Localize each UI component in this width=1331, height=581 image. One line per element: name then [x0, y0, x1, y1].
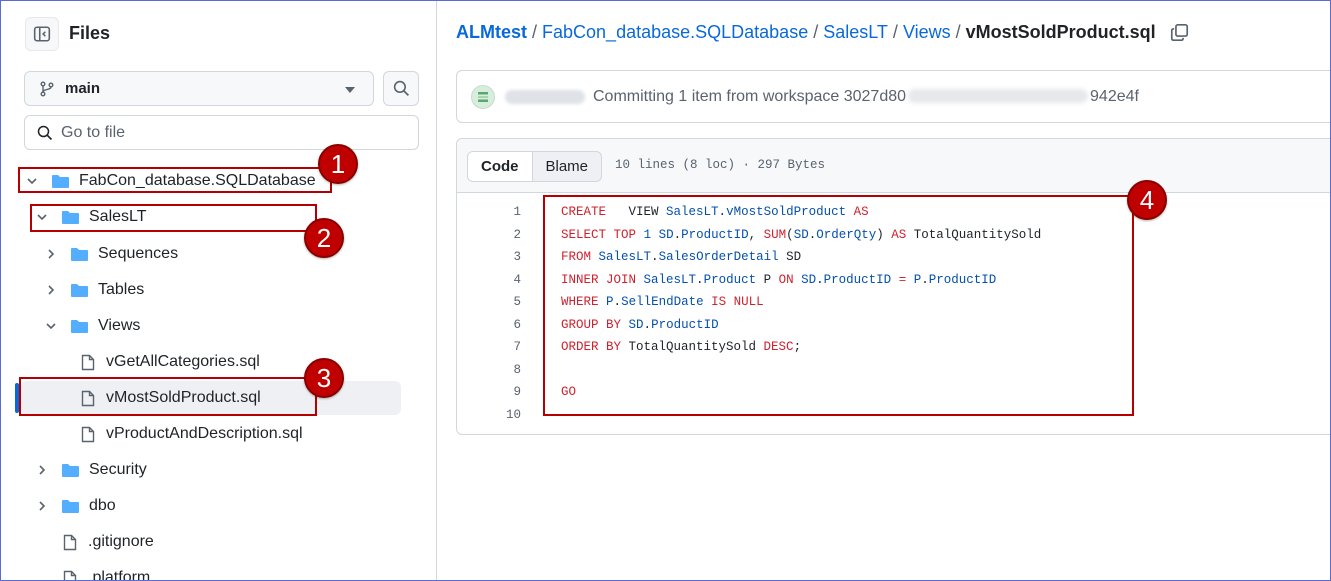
- callout-box-4: [543, 195, 1134, 416]
- tab-code[interactable]: Code: [468, 152, 533, 181]
- tree-item-label: vProductAndDescription.sql: [106, 425, 303, 442]
- chevron-right-icon: [35, 500, 49, 512]
- breadcrumb-link-database[interactable]: FabCon_database.SQLDatabase: [542, 22, 808, 43]
- sidebar-toggle-icon: [33, 26, 51, 42]
- tree-item-tables[interactable]: Tables: [44, 272, 144, 308]
- file-icon: [63, 570, 77, 580]
- breadcrumb: ALMtest / FabCon_database.SQLDatabase / …: [456, 22, 1189, 43]
- avatar[interactable]: [471, 84, 495, 109]
- file-icon: [81, 426, 95, 443]
- file-sidebar: Files main FabCon_database.SQLDatabase S…: [1, 1, 437, 580]
- tab-blame[interactable]: Blame: [533, 152, 602, 181]
- tree-item-dbo[interactable]: dbo: [35, 488, 116, 524]
- search-icon: [393, 80, 409, 97]
- breadcrumb-link-saleslt[interactable]: SalesLT: [823, 22, 888, 43]
- tree-item-label: dbo: [89, 497, 116, 514]
- branch-selector[interactable]: main: [24, 71, 374, 106]
- tree-item-label: vGetAllCategories.sql: [106, 353, 260, 370]
- tree-item-platform[interactable]: .platform: [63, 560, 150, 580]
- commit-message-prefix: Committing 1 item from workspace 3027d80: [593, 87, 907, 105]
- commit-message-suffix: 942e4f: [1090, 87, 1139, 105]
- chevron-right-icon: [35, 464, 49, 476]
- breadcrumb-repo-link[interactable]: ALMtest: [456, 22, 527, 43]
- tree-item-views[interactable]: Views: [44, 308, 140, 344]
- chevron-down-icon: [345, 87, 355, 93]
- sidebar-collapse-button[interactable]: [25, 17, 59, 51]
- line-number: 9: [513, 385, 521, 400]
- callout-badge-1: 1: [318, 144, 358, 184]
- view-mode-toggle: Code Blame: [467, 151, 603, 182]
- go-to-file-field[interactable]: [24, 115, 419, 150]
- line-number: 4: [513, 272, 521, 287]
- folder-open-icon: [71, 319, 88, 333]
- tree-item-gitignore[interactable]: .gitignore: [63, 524, 154, 560]
- copy-icon: [1170, 23, 1188, 42]
- tree-item-vgetallcategories[interactable]: vGetAllCategories.sql: [81, 344, 260, 380]
- tree-item-security[interactable]: Security: [35, 452, 147, 488]
- tree-item-vproductanddescription[interactable]: vProductAndDescription.sql: [81, 416, 303, 452]
- folder-icon: [71, 283, 88, 297]
- breadcrumb-separator: /: [813, 22, 819, 42]
- breadcrumb-separator: /: [532, 22, 538, 42]
- breadcrumb-separator: /: [955, 22, 961, 42]
- tree-item-label: .platform: [88, 569, 151, 580]
- callout-box-3: [19, 377, 317, 416]
- branch-name: main: [65, 80, 101, 97]
- line-number: 1: [513, 205, 521, 220]
- line-number: 6: [513, 317, 521, 332]
- tree-item-label: Sequences: [98, 245, 179, 262]
- breadcrumb-current-file: vMostSoldProduct.sql: [965, 22, 1156, 42]
- user-avatar-icon: [478, 91, 488, 102]
- copy-path-button[interactable]: [1170, 23, 1189, 42]
- line-number: 2: [513, 227, 521, 242]
- latest-commit-bar: Committing 1 item from workspace 3027d80…: [456, 70, 1331, 123]
- folder-icon: [71, 247, 88, 261]
- line-number: 7: [513, 340, 521, 355]
- line-number: 3: [513, 250, 521, 265]
- line-number: 10: [505, 407, 521, 422]
- git-branch-icon: [40, 81, 54, 96]
- code-viewer-header: Code Blame 10 lines (8 loc) · 297 Bytes: [457, 139, 1331, 193]
- tree-item-label: Tables: [98, 281, 145, 298]
- chevron-right-icon: [44, 248, 58, 260]
- commit-author-redacted: [505, 89, 585, 104]
- tree-item-label: Views: [98, 317, 141, 334]
- file-icon: [81, 354, 95, 371]
- callout-badge-3: 3: [304, 358, 344, 398]
- line-number: 8: [513, 362, 521, 377]
- sidebar-title: Files: [69, 23, 111, 43]
- tree-item-sequences[interactable]: Sequences: [44, 236, 178, 272]
- commit-hash-redacted: [908, 89, 1089, 104]
- tree-item-label: .gitignore: [88, 533, 154, 550]
- go-to-file-input[interactable]: [61, 123, 381, 142]
- commit-message[interactable]: Committing 1 item from workspace 3027d80…: [593, 88, 1139, 106]
- callout-badge-2: 2: [304, 218, 344, 258]
- callout-box-2: [30, 204, 317, 232]
- file-stats: 10 lines (8 loc) · 297 Bytes: [615, 158, 826, 172]
- line-number: 5: [513, 295, 521, 310]
- chevron-down-icon: [44, 320, 58, 332]
- search-button[interactable]: [383, 71, 419, 106]
- search-icon: [37, 125, 53, 140]
- chevron-right-icon: [44, 284, 58, 296]
- breadcrumb-separator: /: [892, 22, 898, 42]
- file-icon: [63, 534, 77, 551]
- breadcrumb-link-views[interactable]: Views: [903, 22, 951, 43]
- folder-icon: [62, 463, 79, 477]
- callout-box-1: [18, 167, 332, 193]
- folder-icon: [62, 499, 79, 513]
- callout-badge-4: 4: [1127, 180, 1167, 220]
- tree-item-label: Security: [89, 461, 147, 478]
